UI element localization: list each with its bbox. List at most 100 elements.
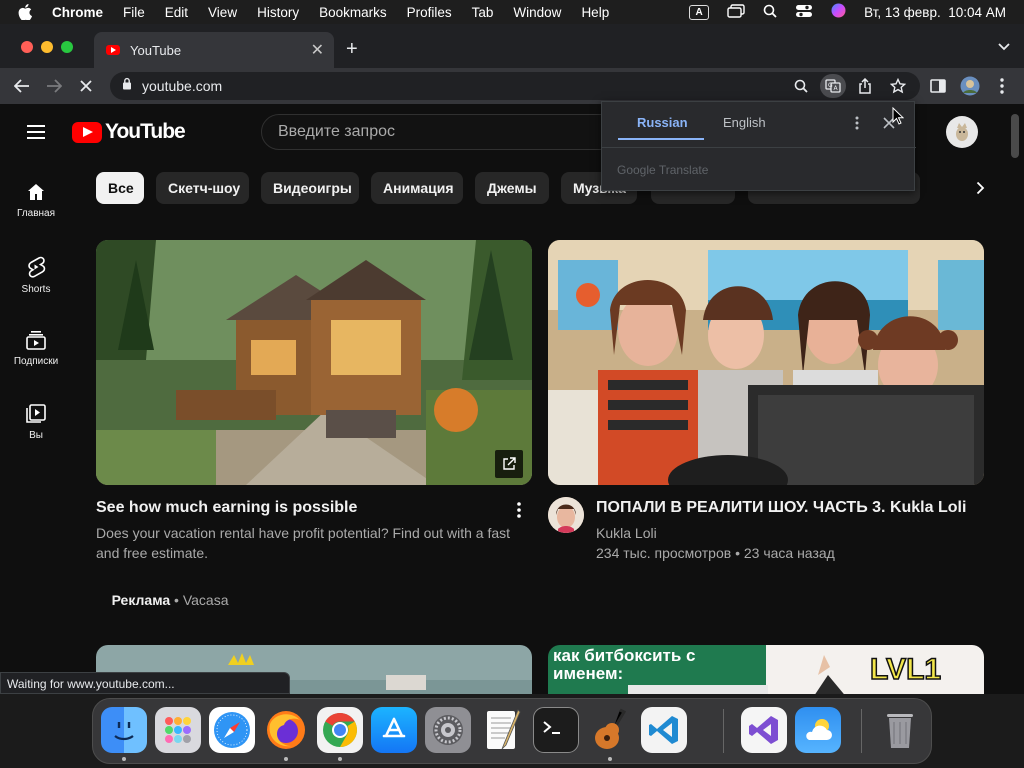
menu-history[interactable]: History [257,5,299,20]
google-translate-brand: Google Translate [617,163,709,177]
menu-view[interactable]: View [208,5,237,20]
sidebar-item-label: Подписки [13,356,59,367]
back-arrow-icon[interactable] [12,76,32,96]
dock-garageband-icon[interactable] [587,707,633,753]
dock-running-indicator [338,757,342,761]
ad-description-line: Does your vacation rental have profit po… [96,525,511,541]
dock-chrome-icon[interactable] [317,707,363,753]
new-tab-button[interactable]: + [346,38,358,61]
external-link-icon[interactable] [495,450,523,478]
translate-page-icon[interactable]: GA [820,74,846,98]
video-thumbnail-row2-right[interactable]: как битбоксить с именем: LVL1 [548,645,984,694]
chip-sketch-show[interactable]: Скетч-шоу [156,172,249,204]
search-input[interactable]: Введите запрос [261,114,621,150]
thumbnail-text-level: LVL1 [869,652,942,687]
chip-videogames[interactable]: Видеоигры [261,172,359,204]
menu-profiles[interactable]: Profiles [407,5,452,20]
window-minimize-button[interactable] [41,41,53,53]
sidebar-item-label: Shorts [21,284,51,295]
sidebar-item-shorts[interactable]: Shorts [0,256,72,295]
dock-separator [723,709,724,753]
macos-menubar: Chrome File Edit View History Bookmarks … [0,0,1024,24]
tab-search-chevron-icon[interactable] [998,38,1010,56]
sidebar-item-you[interactable]: Вы [0,404,72,441]
dock-textedit-icon[interactable] [479,707,525,753]
dock-running-indicator [122,757,126,761]
guide-menu-icon[interactable] [27,125,45,139]
control-center-icon[interactable] [795,4,813,21]
dock-separator [861,709,862,753]
youtube-favicon-icon [106,45,120,55]
siri-icon[interactable] [831,3,846,21]
ad-label: Реклама [111,592,171,608]
youtube-logo[interactable]: YouTube [72,120,186,144]
dock-trash-icon[interactable] [877,707,923,753]
tab-close-icon[interactable]: ✕ [311,40,324,60]
browser-status-bubble: Waiting for www.youtube.com... [0,672,290,694]
window-close-button[interactable] [21,41,33,53]
profile-avatar[interactable] [960,76,980,96]
video-title-kukla-loli[interactable]: ПОПАЛИ В РЕАЛИТИ ШОУ. ЧАСТЬ 3. Kukla Lol… [596,499,966,517]
sidebar-item-subscriptions[interactable]: Подписки [0,330,72,367]
video-thumbnail-kukla-loli[interactable] [548,240,984,485]
chrome-tab-strip: YouTube ✕ + [0,24,1024,68]
video-more-actions-icon[interactable] [517,502,521,523]
youtube-logo-text: YouTube [105,120,186,143]
svg-text:G: G [828,82,833,89]
lock-icon[interactable] [122,77,132,95]
dock-terminal-icon[interactable] [533,707,579,753]
share-icon[interactable] [858,77,872,99]
side-panel-icon[interactable] [928,76,948,96]
channel-avatar-kukla-loli[interactable] [548,497,584,533]
window-zoom-button[interactable] [61,41,73,53]
translate-options-icon[interactable] [855,116,859,135]
input-source-indicator[interactable]: A [689,4,710,20]
chip-all[interactable]: Все [96,172,144,204]
translate-popup: Russian English Google Translate [601,101,916,191]
dock-vscode-icon[interactable] [641,707,687,753]
forward-arrow-icon[interactable] [44,76,64,96]
dock-app-store-icon[interactable] [371,707,417,753]
menu-file[interactable]: File [123,5,145,20]
dock-safari-icon[interactable] [209,707,255,753]
spotlight-search-icon[interactable] [763,4,777,21]
menu-edit[interactable]: Edit [165,5,188,20]
window-overview-icon[interactable] [727,3,745,21]
browser-tab-youtube[interactable]: YouTube ✕ [94,32,334,68]
apple-icon[interactable] [18,4,34,20]
video-title-ad[interactable]: See how much earning is possible [96,499,357,517]
video-thumbnail-ad[interactable] [96,240,532,485]
video-stats: 234 тыс. просмотров • 23 часа назад [596,545,835,561]
url-text[interactable]: youtube.com [142,78,222,94]
dock-firefox-icon[interactable] [263,707,309,753]
translate-active-tab-indicator [618,138,704,140]
menu-window[interactable]: Window [513,5,561,20]
zoom-search-icon[interactable] [794,79,808,98]
chrome-menu-icon[interactable] [992,76,1012,96]
bookmark-star-icon[interactable] [889,77,907,99]
stop-loading-icon[interactable] [76,76,96,96]
dock-launchpad-icon[interactable] [155,707,201,753]
sidebar-item-home[interactable]: Главная [0,182,72,219]
menu-bookmarks[interactable]: Bookmarks [319,5,387,20]
dock-system-settings-icon[interactable] [425,707,471,753]
page-scrollbar-thumb[interactable] [1011,114,1019,158]
translate-tab-english[interactable]: English [723,115,766,130]
video-description-ad: Does your vacation rental have profit po… [96,523,526,563]
menu-tab[interactable]: Tab [472,5,494,20]
menu-help[interactable]: Help [581,5,609,20]
account-avatar[interactable] [946,116,978,148]
dock-visual-studio-icon[interactable] [741,707,787,753]
menubar-clock[interactable]: Вт, 13 февр. 10:04 AM [864,5,1006,20]
channel-name[interactable]: Kukla Loli [596,523,657,543]
dock-finder-icon[interactable] [101,707,147,753]
dock-running-indicator [284,757,288,761]
dock-weather-icon[interactable] [795,707,841,753]
menu-app-name[interactable]: Chrome [52,5,103,20]
address-bar[interactable]: youtube.com GA [110,72,920,100]
chip-animation[interactable]: Анимация [371,172,463,204]
advertiser-name[interactable]: • Vacasa [170,592,228,608]
translate-tab-russian[interactable]: Russian [637,115,688,130]
chips-next-chevron-icon[interactable] [966,178,994,198]
chip-jams[interactable]: Джемы [475,172,549,204]
